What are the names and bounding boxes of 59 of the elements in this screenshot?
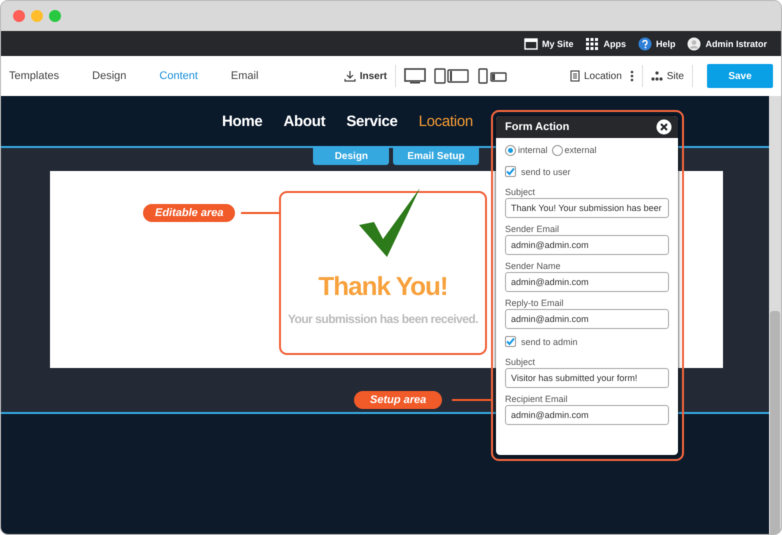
- checkbox[interactable]: [505, 166, 516, 177]
- nav-link[interactable]: Home: [222, 112, 262, 130]
- checkbox-label: send to user: [521, 166, 571, 176]
- tablet-icon: [434, 68, 470, 84]
- window-control-button[interactable]: [13, 10, 25, 22]
- field-label: Sender Email: [505, 224, 560, 235]
- field-label: Sender Name: [505, 261, 562, 272]
- more-icon: [630, 70, 634, 82]
- top-bar-link[interactable]: My Site: [542, 38, 574, 48]
- input-field[interactable]: admin@admin.com: [505, 272, 669, 292]
- site-button[interactable]: Site: [650, 70, 684, 82]
- top-bar-link[interactable]: Admin Istrator: [705, 38, 767, 48]
- checkbox[interactable]: [505, 336, 516, 347]
- phone-icon: [478, 68, 508, 84]
- help-icon: [638, 36, 652, 50]
- input-field[interactable]: admin@admin.com: [505, 235, 669, 255]
- page-selector[interactable]: Location: [570, 70, 622, 82]
- editor-tab[interactable]: Content: [159, 70, 214, 82]
- leader-line: [241, 212, 280, 214]
- page-icon: [570, 70, 580, 82]
- checkbox-label: send to admin: [521, 336, 578, 346]
- grid-icon: [585, 36, 600, 50]
- field-label: Subject: [505, 187, 536, 198]
- editor-tab[interactable]: Templates: [9, 70, 76, 82]
- radio-button[interactable]: [505, 144, 516, 156]
- nav-link[interactable]: Location: [418, 112, 473, 130]
- field-label: Recipient Email: [505, 394, 569, 405]
- nav-link[interactable]: About: [283, 112, 326, 130]
- field-label: Subject: [505, 357, 536, 368]
- avatar-icon: [687, 36, 702, 50]
- callout-label: Setup area: [354, 391, 442, 409]
- close-icon: [656, 119, 672, 135]
- thank-you-message: Your submission has been received.: [288, 312, 478, 326]
- input-field[interactable]: admin@admin.com: [505, 405, 669, 425]
- editor-tab[interactable]: Design: [92, 70, 142, 82]
- editor-tab[interactable]: Email: [230, 70, 274, 82]
- input-field[interactable]: admin@admin.com: [505, 309, 669, 329]
- checkmark-icon: [358, 187, 422, 257]
- nav-link[interactable]: Service: [346, 112, 398, 130]
- close-button[interactable]: [656, 119, 672, 135]
- input-field[interactable]: Thank You! Your submission has beer: [505, 198, 669, 218]
- radio-button[interactable]: [552, 144, 563, 156]
- scrollbar-thumb[interactable]: [770, 311, 780, 534]
- dialog-title: Form Action: [505, 121, 570, 133]
- download-icon: [344, 70, 356, 82]
- window-control-button[interactable]: [49, 10, 61, 22]
- leader-line: [452, 399, 492, 401]
- insert-button[interactable]: Insert: [344, 70, 387, 82]
- radio-label: internal: [518, 145, 548, 155]
- callout-label: Editable area: [143, 204, 236, 222]
- browser-window-icon: [524, 36, 538, 50]
- top-bar-link[interactable]: Help: [656, 38, 676, 48]
- field-label: Reply-to Email: [505, 298, 565, 309]
- desktop-icon: [404, 68, 426, 84]
- dots-icon: [650, 71, 663, 81]
- radio-label: external: [564, 145, 597, 155]
- input-field[interactable]: Visitor has submitted your form!: [505, 368, 669, 388]
- top-bar-link[interactable]: Apps: [603, 38, 626, 48]
- thank-you-title: Thank You!: [318, 271, 448, 302]
